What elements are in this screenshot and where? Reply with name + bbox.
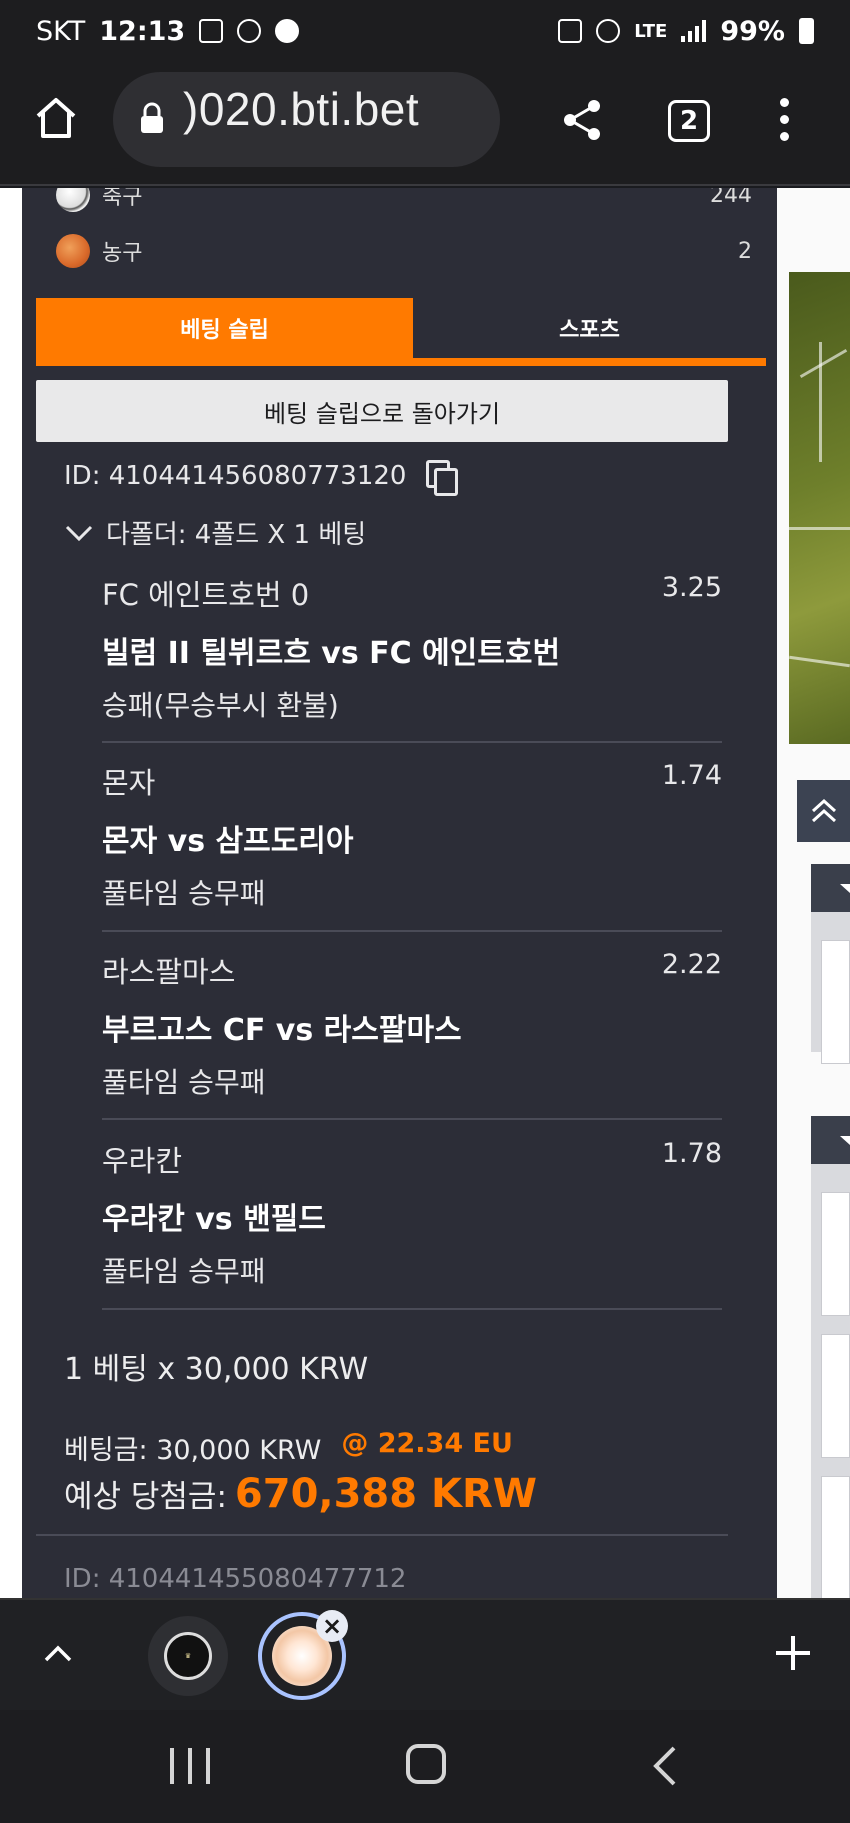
total-odds: @ 22.34 EU bbox=[341, 1428, 513, 1459]
leg-selection: FC 에인트호번 0 bbox=[102, 578, 310, 612]
battery-icon bbox=[799, 18, 814, 44]
tab-sports[interactable]: 스포츠 bbox=[413, 298, 766, 358]
leg-match: 부르고스 CF vs 라스팔마스 bbox=[102, 1013, 462, 1048]
stake-line: 베팅금: 30,000 KRW @ 22.34 EU bbox=[64, 1428, 513, 1467]
clock: 12:13 bbox=[99, 15, 186, 47]
leg-market: 풀타임 승무패 bbox=[102, 877, 266, 910]
leg-divider bbox=[102, 741, 722, 743]
leg-divider bbox=[102, 1308, 722, 1310]
sport-count: 2 bbox=[738, 238, 752, 264]
leg-selection: 몬자 bbox=[102, 766, 156, 800]
alarm-icon bbox=[596, 19, 621, 43]
tab-switcher-button[interactable]: 2 bbox=[668, 100, 710, 142]
scroll-top-button[interactable] bbox=[797, 780, 850, 842]
bet-leg: FC 에인트호번 0 3.25 빌럼 II 틸뷔르흐 vs FC 에인트호번 승… bbox=[102, 572, 722, 724]
next-ticket-id: ID: 410441455080477712 bbox=[64, 1564, 407, 1594]
bet-summary: 1 베팅 x 30,000 KRW bbox=[64, 1352, 369, 1387]
gallery-icon bbox=[199, 19, 224, 43]
signal-icon bbox=[681, 20, 707, 42]
bet-leg: 라스팔마스 2.22 부르고스 CF vs 라스팔마스 풀타임 승무패 bbox=[102, 949, 722, 1101]
lock-icon bbox=[141, 102, 163, 133]
leg-divider bbox=[102, 930, 722, 932]
leg-odds: 3.25 bbox=[661, 572, 722, 603]
leg-divider bbox=[102, 1118, 722, 1120]
recycle-icon bbox=[558, 19, 583, 43]
event-card[interactable] bbox=[821, 1476, 850, 1598]
double-chevron-up-icon bbox=[811, 798, 836, 823]
payout-amount: 670,388 KRW bbox=[234, 1471, 537, 1517]
sport-count: 244 bbox=[710, 188, 752, 208]
leg-match: 몬자 vs 삼프도리아 bbox=[102, 824, 354, 859]
sport-name: 축구 bbox=[102, 188, 143, 210]
sport-item-basketball[interactable]: 농구 2 bbox=[22, 226, 777, 276]
system-nav-bar bbox=[0, 1710, 850, 1823]
chevron-down-icon bbox=[65, 525, 93, 541]
leg-selection: 라스팔마스 bbox=[102, 955, 236, 989]
bet-type-title: 다폴더: 4폴드 X 1 베팅 bbox=[106, 520, 367, 550]
leg-market: 풀타임 승무패 bbox=[102, 1066, 266, 1099]
bet-type-toggle[interactable]: 다폴더: 4폴드 X 1 베팅 bbox=[64, 514, 366, 551]
home-icon[interactable] bbox=[32, 94, 80, 142]
back-to-betslip-button[interactable]: 베팅 슬립으로 돌아가기 bbox=[36, 380, 728, 442]
main-content-edge bbox=[777, 188, 850, 1598]
close-tab-icon[interactable]: × bbox=[316, 1610, 348, 1642]
ticket-id: ID: 410441456080773120 bbox=[64, 461, 407, 491]
leg-selection: 우라칸 bbox=[102, 1144, 183, 1178]
network-type: LTE bbox=[634, 20, 668, 42]
carrier-label: SKT bbox=[36, 15, 86, 47]
event-card[interactable] bbox=[821, 1334, 850, 1458]
section-header[interactable] bbox=[811, 1116, 850, 1164]
tab-betslip[interactable]: 베팅 슬립 bbox=[36, 298, 413, 358]
stake-label: 베팅금: 30,000 KRW bbox=[64, 1435, 322, 1466]
chevron-up-icon[interactable] bbox=[40, 1636, 76, 1672]
sport-item-soccer[interactable]: 축구 244 bbox=[22, 188, 777, 220]
leg-odds: 1.78 bbox=[661, 1138, 722, 1169]
leg-market: 승패(무승부시 환불) bbox=[102, 689, 339, 722]
basketball-icon bbox=[56, 234, 90, 268]
browser-toolbar: )020.bti.bet 2 bbox=[0, 62, 850, 186]
leg-odds: 1.74 bbox=[661, 760, 722, 791]
share-icon[interactable] bbox=[560, 98, 604, 142]
bet-leg: 우라칸 1.78 우라칸 vs 밴필드 풀타임 승무패 bbox=[102, 1138, 722, 1290]
panel-tabs: 베팅 슬립 스포츠 bbox=[36, 298, 766, 358]
recents-icon[interactable] bbox=[170, 1748, 210, 1784]
soccer-ball-icon bbox=[56, 188, 90, 212]
ticket-id-row: ID: 410441456080773120 bbox=[64, 460, 459, 496]
event-card[interactable] bbox=[821, 1192, 850, 1316]
home-nav-icon[interactable] bbox=[406, 1744, 446, 1784]
leg-odds: 2.22 bbox=[661, 949, 722, 980]
payout-label: 예상 당첨금: bbox=[64, 1479, 227, 1515]
tab-thumbnail-1[interactable]: ♛ bbox=[148, 1616, 228, 1696]
battery-percent: 99% bbox=[720, 15, 785, 47]
leg-match: 빌럼 II 틸뷔르흐 vs FC 에인트호번 bbox=[102, 636, 561, 671]
leg-market: 풀타임 승무패 bbox=[102, 1255, 266, 1288]
new-tab-plus-icon[interactable] bbox=[772, 1632, 814, 1674]
payout-line: 예상 당첨금: 670,388 KRW bbox=[64, 1471, 537, 1517]
sport-name: 농구 bbox=[102, 241, 143, 266]
back-icon[interactable] bbox=[646, 1744, 682, 1788]
section-header[interactable] bbox=[811, 864, 850, 912]
address-bar[interactable]: )020.bti.bet bbox=[113, 72, 500, 167]
site-logo-icon: ♛ bbox=[164, 1632, 212, 1680]
sidebar-panel: 축구 244 농구 2 베팅 슬립 스포츠 베팅 슬립으로 돌아가기 ID: 4… bbox=[22, 188, 777, 1598]
web-page: 축구 244 농구 2 베팅 슬립 스포츠 베팅 슬립으로 돌아가기 ID: 4… bbox=[0, 188, 850, 1598]
link-icon bbox=[237, 19, 262, 43]
tab-underline bbox=[36, 358, 766, 366]
status-bar: SKT 12:13 LTE 99% bbox=[0, 0, 850, 62]
url-text: )020.bti.bet bbox=[183, 83, 420, 135]
c-app-icon bbox=[275, 19, 300, 43]
leg-match: 우라칸 vs 밴필드 bbox=[102, 1202, 326, 1237]
more-menu-icon[interactable] bbox=[776, 98, 792, 144]
bet-leg: 몬자 1.74 몬자 vs 삼프도리아 풀타임 승무패 bbox=[102, 760, 722, 912]
copy-icon[interactable] bbox=[426, 460, 459, 496]
ticket-divider bbox=[36, 1534, 728, 1536]
browser-tab-bar: ♛ × bbox=[0, 1598, 850, 1710]
banner-image[interactable] bbox=[789, 272, 850, 744]
event-card[interactable] bbox=[821, 940, 850, 1064]
